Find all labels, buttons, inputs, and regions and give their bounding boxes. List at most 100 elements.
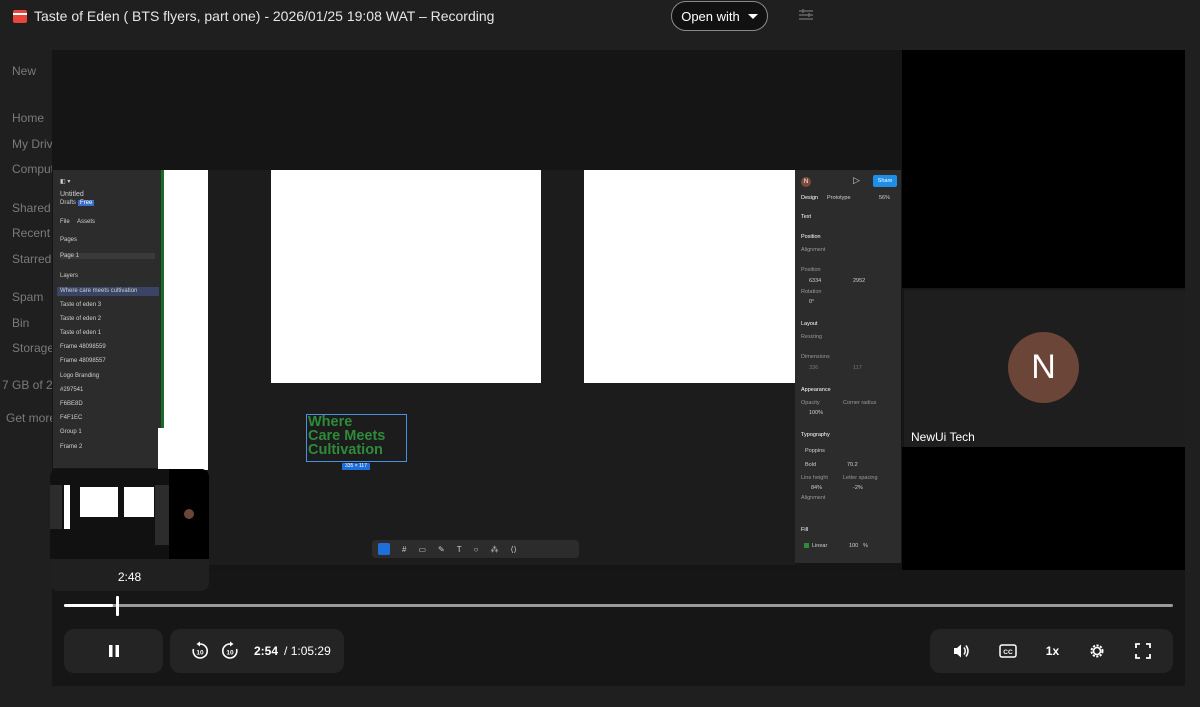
figma-layers-label: Layers (60, 273, 79, 279)
figma-file-name: Untitled (60, 191, 84, 198)
frame-tool-icon: # (402, 544, 407, 554)
meet-panel-top (902, 50, 1185, 288)
figma-layer: F4F1EC (60, 415, 83, 421)
figma-layer: Frame 2 (60, 444, 83, 450)
canvas-frame-partial-lower (158, 428, 208, 470)
figma-rotation-value: 0° (809, 299, 815, 305)
progress-scrubber[interactable] (116, 596, 119, 616)
current-time: 2:54 (254, 644, 279, 658)
figma-y-value: 2952 (853, 278, 866, 284)
figma-page-item: Page 1 (60, 253, 155, 259)
figma-font-size: 70.2 (847, 462, 858, 468)
figma-letter-spacing-label: Letter spacing (843, 475, 878, 481)
figma-x-value: 6334 (809, 278, 822, 284)
figma-layers-panel: ◧ ▾ Untitled Drafts Free File Assets Pag… (53, 170, 162, 468)
open-with-button[interactable]: Open with (671, 1, 768, 31)
scrub-preview-time: 2:48 (117, 570, 142, 584)
rewind-10-button[interactable]: 10 (190, 641, 210, 661)
captions-button[interactable]: CC (999, 644, 1017, 658)
drive-sidebar: New Home My Drive Computers Shared Recen… (0, 50, 71, 690)
figma-section-text: Text (801, 214, 812, 220)
figma-section-typography: Typography (801, 432, 830, 438)
figma-plan-badge: Free (78, 200, 95, 206)
forward-10-button[interactable]: 10 (220, 641, 240, 661)
playback-speed-button[interactable]: 1x (1046, 644, 1059, 658)
time-controls: 10 10 2:54 / 1:05:29 (170, 629, 344, 673)
figma-layer: Frame 48098559 (60, 344, 106, 350)
figma-fill-opacity: 100 (849, 543, 859, 549)
figma-layer: Where care meets cultivation (60, 288, 138, 294)
figma-position-label: Position (801, 267, 821, 273)
drive-storage-usage: 7 GB of 2 (2, 378, 53, 392)
scrub-preview-thumbnail (50, 469, 209, 559)
pause-icon (108, 645, 119, 657)
canvas-selected-text: Where Care Meets Cultivation (306, 414, 407, 462)
figma-section-layout: Layout (801, 321, 818, 327)
participant-avatar: N (1008, 332, 1079, 403)
svg-text:10: 10 (196, 650, 204, 657)
canvas-text-line: Where (308, 414, 353, 430)
svg-text:10: 10 (226, 650, 234, 657)
drive-nav-starred: Starred (12, 252, 52, 266)
figma-font-family: Poppins (805, 448, 825, 454)
figma-h-value: 117 (853, 365, 862, 371)
figma-pages-label: Pages (60, 237, 78, 243)
text-tool-icon: T (456, 544, 462, 554)
figma-dimensions-label: Dimensions (801, 354, 830, 360)
figma-section-appearance: Appearance (801, 387, 831, 393)
figma-layer: Taste of eden 2 (60, 316, 102, 322)
settings-tune-icon[interactable] (798, 8, 814, 22)
open-with-label: Open with (681, 8, 740, 24)
figma-opacity-value: 100% (809, 410, 824, 416)
comment-tool-icon: ○ (473, 544, 479, 554)
figma-resizing-label: Resizing (801, 334, 823, 340)
figma-layer: Group 1 (60, 429, 82, 435)
forward-10-icon: 10 (222, 641, 238, 659)
rewind-10-icon: 10 (192, 641, 208, 659)
fill-swatch-icon (804, 543, 809, 548)
progress-track[interactable] (64, 604, 1173, 607)
viewer-topbar: Taste of Eden ( BTS flyers, part one) - … (0, 0, 1200, 34)
participant-name: NewUi Tech (911, 430, 975, 444)
figma-bottom-toolbar: # ▭ ✎ T ○ ⁂ ⟨⟩ (372, 540, 579, 558)
canvas-frame-2 (584, 170, 795, 383)
figma-alignment2-label: Alignment (801, 495, 826, 501)
figma-zoom-level: 56% (879, 195, 891, 201)
volume-button[interactable] (952, 643, 970, 659)
rectangle-tool-icon: ▭ (418, 544, 427, 554)
figma-line-height-value: 84% (811, 485, 823, 491)
fullscreen-icon (1134, 643, 1151, 659)
pause-button[interactable] (108, 644, 120, 658)
figma-line-height-label: Line height (801, 475, 828, 481)
figma-font-weight: Bold (805, 462, 817, 468)
figma-rotation-label: Rotation (801, 289, 822, 295)
dev-mode-icon: ⟨⟩ (510, 544, 517, 554)
drive-nav-home: Home (12, 111, 45, 125)
drive-right-edge (1185, 50, 1200, 690)
canvas-frame-partial (164, 170, 208, 428)
drive-nav-storage: Storage (12, 341, 55, 355)
volume-icon (954, 644, 970, 658)
figma-menu-icon: ◧ ▾ (60, 179, 71, 185)
canvas-text-line: Care Meets (308, 428, 386, 444)
progress-played (64, 604, 113, 607)
canvas-frame-1 (271, 170, 541, 383)
figma-user-avatar-icon: N (801, 177, 811, 187)
selection-size-badge: 335 × 117 (342, 463, 370, 470)
figma-layer: Frame 48098557 (60, 358, 106, 364)
fullscreen-button[interactable] (1134, 643, 1151, 659)
figma-tab-file: File (60, 219, 70, 225)
drive-nav-recent: Recent (12, 226, 51, 240)
caret-down-icon (747, 13, 758, 19)
figma-corner-label: Corner radius (843, 400, 877, 406)
figma-tab-assets: Assets (77, 219, 96, 225)
figma-fill-unit: % (863, 543, 868, 549)
drive-get-more-storage: Get more (6, 411, 57, 425)
settings-button[interactable] (1088, 642, 1106, 660)
drive-bottom-strip (0, 690, 1200, 707)
figma-layer: Taste of eden 3 (60, 302, 102, 308)
drive-nav-spam: Spam (12, 290, 44, 304)
right-controls: CC 1x (930, 629, 1173, 673)
play-pause-container (64, 629, 163, 673)
play-icon: ▷ (853, 175, 860, 185)
